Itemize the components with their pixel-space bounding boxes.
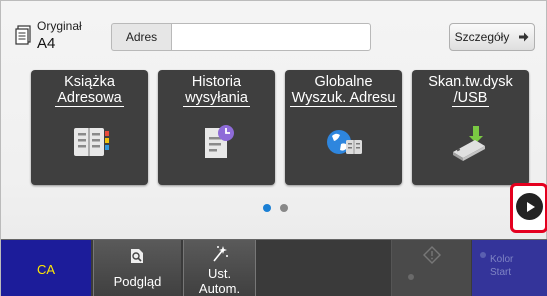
- tile-label-line2: /USB: [451, 90, 490, 107]
- address-label: Adres: [111, 23, 171, 51]
- bw-start-button[interactable]: [391, 240, 471, 296]
- color-start-button[interactable]: Kolor Start: [472, 240, 547, 296]
- address-book-icon: [74, 128, 109, 156]
- tile-send-history[interactable]: Historia wysyłania: [158, 70, 275, 185]
- original-size-value[interactable]: A4: [37, 35, 55, 52]
- auto-settings-button[interactable]: Ust. Autom.: [183, 240, 256, 296]
- auto-settings-label-line2: Autom.: [198, 281, 241, 296]
- clear-all-button[interactable]: CA: [1, 240, 91, 296]
- tile-address-book[interactable]: Książka Adresowa: [31, 70, 148, 185]
- tile-label-line2: Wyszuk. Adresu: [289, 90, 398, 107]
- original-label: Oryginał: [37, 19, 82, 33]
- color-start-label-line2: Start: [490, 267, 512, 278]
- page-dot-active[interactable]: [263, 204, 271, 212]
- top-bar: Oryginał A4 Adres Szczegóły: [1, 1, 547, 61]
- preview-button[interactable]: Podgląd: [93, 240, 181, 296]
- next-page-button[interactable]: [516, 193, 543, 220]
- tile-scan-to-usb[interactable]: Skan.tw.dysk /USB: [412, 70, 529, 185]
- tile-label-line1: Skan.tw.dysk: [428, 74, 513, 90]
- preview-label: Podgląd: [113, 274, 162, 289]
- details-button-label: Szczegóły: [454, 30, 510, 44]
- bottom-action-bar: CA Podgląd Ust. Autom. Kolor Start: [1, 239, 547, 296]
- color-dot-icon: [480, 252, 486, 258]
- scan-send-screen: Oryginał A4 Adres Szczegóły Książka Adre…: [0, 0, 547, 296]
- page-dot-inactive[interactable]: [280, 204, 288, 212]
- tile-label-line2: Adresowa: [55, 90, 124, 107]
- start-diamond-icon: [423, 246, 441, 264]
- tile-label-line1: Historia: [191, 74, 242, 90]
- preview-magnifier-icon: [131, 249, 143, 263]
- global-address-search-icon: [327, 130, 362, 154]
- send-history-icon: [205, 125, 234, 158]
- original-document-icon: [15, 25, 31, 45]
- page-indicator: [263, 204, 288, 212]
- address-input[interactable]: [171, 23, 371, 51]
- usb-scan-icon: [453, 126, 485, 161]
- color-start-label-line1: Kolor: [490, 254, 514, 265]
- clear-all-label: CA: [36, 261, 56, 277]
- tile-label-line1: Globalne: [314, 74, 373, 90]
- tile-label-line2: wysyłania: [183, 90, 250, 107]
- auto-settings-label-line1: Ust.: [207, 266, 232, 281]
- tile-global-address-search[interactable]: Globalne Wyszuk. Adresu: [285, 70, 402, 185]
- bottom-bar-spacer: [257, 240, 391, 296]
- tile-label-line1: Książka: [64, 74, 115, 90]
- magic-wand-icon: [213, 246, 228, 262]
- bw-dot-icon: [408, 274, 414, 280]
- details-button[interactable]: Szczegóły: [449, 23, 535, 51]
- arrow-right-icon: [519, 32, 529, 42]
- play-arrow-icon: [526, 201, 535, 212]
- quick-function-tiles: Książka Adresowa Historia wysyłania Glob…: [31, 70, 529, 185]
